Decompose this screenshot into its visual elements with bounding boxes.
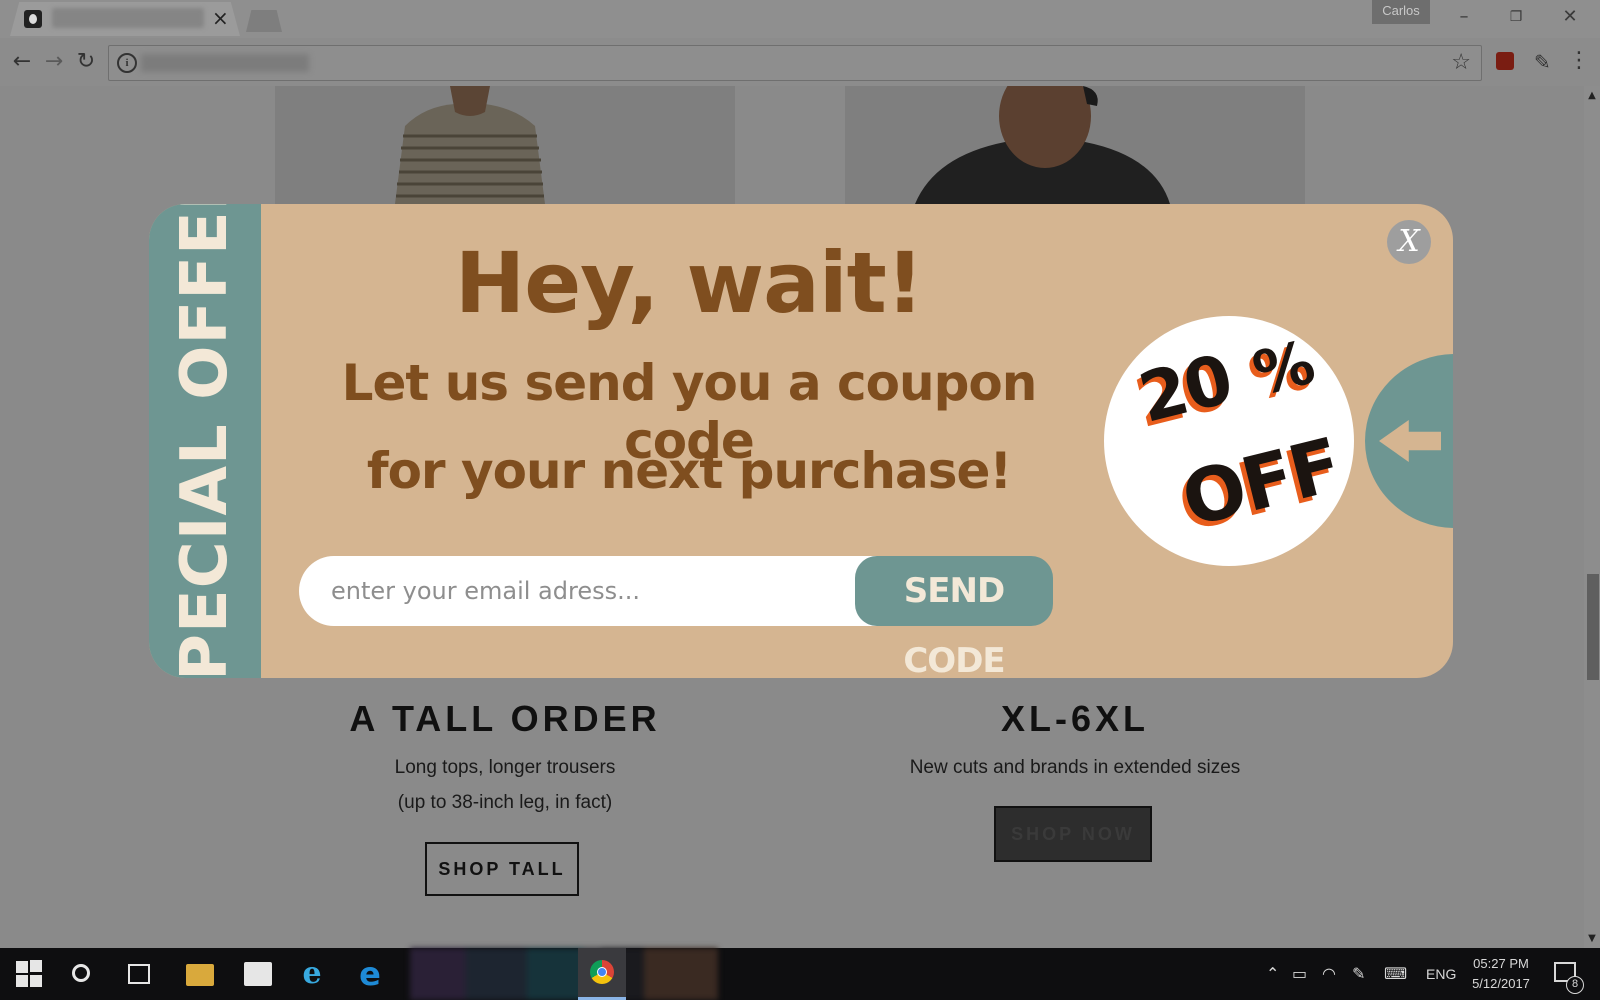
close-window-button[interactable]: ✕ (1550, 4, 1590, 30)
cortana-icon[interactable] (72, 964, 90, 982)
popup-headline: Hey, wait! (454, 234, 924, 332)
tab-close-icon[interactable]: × (212, 6, 229, 30)
new-tab-button[interactable] (246, 10, 282, 32)
send-code-button[interactable]: SEND CODE (855, 556, 1053, 678)
battery-icon[interactable]: ▭ (1292, 964, 1307, 984)
card-title-extended: XL-6XL (1000, 698, 1149, 739)
arrow-tab-button[interactable] (1365, 354, 1453, 528)
special-offer-label: SPECIAL OFFER (168, 204, 242, 678)
store-icon[interactable] (244, 962, 272, 986)
site-info-icon[interactable]: i (117, 53, 137, 73)
bookmark-star-icon[interactable]: ☆ (1451, 49, 1471, 77)
discount-badge: 20 % OFF (1104, 316, 1354, 566)
card-title-tall: A TALL ORDER (349, 698, 661, 739)
notification-count-badge: 8 (1566, 976, 1584, 994)
wifi-icon[interactable]: ◠ (1322, 964, 1336, 984)
profile-name-badge[interactable]: Carlos (1372, 0, 1430, 24)
card-desc-line: (up to 38-inch leg, in fact) (397, 792, 613, 813)
internet-explorer-icon[interactable]: e (298, 959, 326, 989)
pen-icon[interactable]: ✎ (1352, 964, 1365, 984)
card-desc-line: Long tops, longer trousers (394, 757, 616, 778)
scroll-down-icon[interactable]: ▼ (1586, 933, 1598, 944)
windows-taskbar: e e ⌃ ▭ ◠ ✎ ⌨ ENG 05:27 PM 5/12/2017 8 (0, 948, 1600, 1000)
taskbar-clock[interactable]: 05:27 PM 5/12/2017 (1460, 954, 1542, 994)
product-image-extended[interactable] (845, 86, 1305, 204)
popup-subline: for your next purchase! (366, 442, 1012, 500)
eyedropper-extension-icon[interactable]: ✎ (1534, 50, 1551, 74)
tab-title-blurred (52, 8, 204, 28)
file-explorer-icon[interactable] (186, 964, 214, 986)
show-hidden-icons-icon[interactable]: ⌃ (1266, 964, 1279, 984)
shop-now-button[interactable]: SHOP NOW (994, 806, 1152, 862)
windows-start-icon[interactable] (16, 960, 44, 988)
card-desc-extended: New cuts and brands in extended sizes (845, 750, 1305, 785)
browser-titlebar: × Carlos – ❐ ✕ (0, 0, 1600, 38)
clock-date: 5/12/2017 (1472, 976, 1530, 991)
address-bar[interactable]: i ☆ (108, 45, 1482, 81)
forward-arrow-icon[interactable]: → (40, 48, 68, 76)
restore-window-button[interactable]: ❐ (1496, 4, 1536, 30)
email-form: SEND CODE (299, 556, 1053, 678)
model-black-tshirt-image (915, 86, 1170, 204)
extension-icon[interactable] (1496, 52, 1514, 70)
coupon-popup: SPECIAL OFFER Hey, wait! Let us send you… (149, 204, 1453, 678)
discount-number: 20 (1131, 340, 1239, 439)
chrome-icon (590, 960, 614, 984)
edge-icon[interactable]: e (356, 958, 384, 990)
model-striped-shirt-image (395, 86, 545, 204)
language-indicator[interactable]: ENG (1426, 964, 1456, 984)
keyboard-icon[interactable]: ⌨ (1384, 964, 1407, 984)
task-view-icon[interactable] (128, 964, 150, 984)
browser-menu-icon[interactable]: ⋮ (1568, 48, 1590, 74)
chrome-taskbar-button[interactable] (578, 948, 626, 1000)
shop-tall-button[interactable]: SHOP TALL (425, 842, 579, 896)
product-image-tall[interactable] (275, 86, 735, 204)
clock-time: 05:27 PM (1473, 956, 1529, 971)
site-favicon-icon (24, 10, 42, 28)
left-arrow-icon (1379, 420, 1441, 462)
special-offer-strip: SPECIAL OFFER (149, 204, 261, 678)
blurred-taskbar-apps[interactable] (410, 948, 718, 1000)
discount-percent-sign: % (1246, 328, 1320, 410)
url-text-blurred (141, 54, 309, 72)
scroll-thumb[interactable] (1587, 574, 1599, 680)
page-scrollbar[interactable]: ▲ ▼ (1584, 86, 1600, 948)
discount-off-label: OFF (1173, 422, 1349, 544)
popup-close-button[interactable]: X (1387, 220, 1431, 264)
reload-icon[interactable]: ↻ (72, 48, 100, 76)
scroll-up-icon[interactable]: ▲ (1586, 90, 1598, 101)
card-desc-line: New cuts and brands in extended sizes (909, 757, 1241, 778)
email-input[interactable] (299, 556, 839, 626)
card-desc-tall: Long tops, longer trousers (up to 38-inc… (275, 750, 735, 820)
minimize-window-button[interactable]: – (1444, 4, 1484, 30)
back-arrow-icon[interactable]: ← (8, 48, 36, 76)
